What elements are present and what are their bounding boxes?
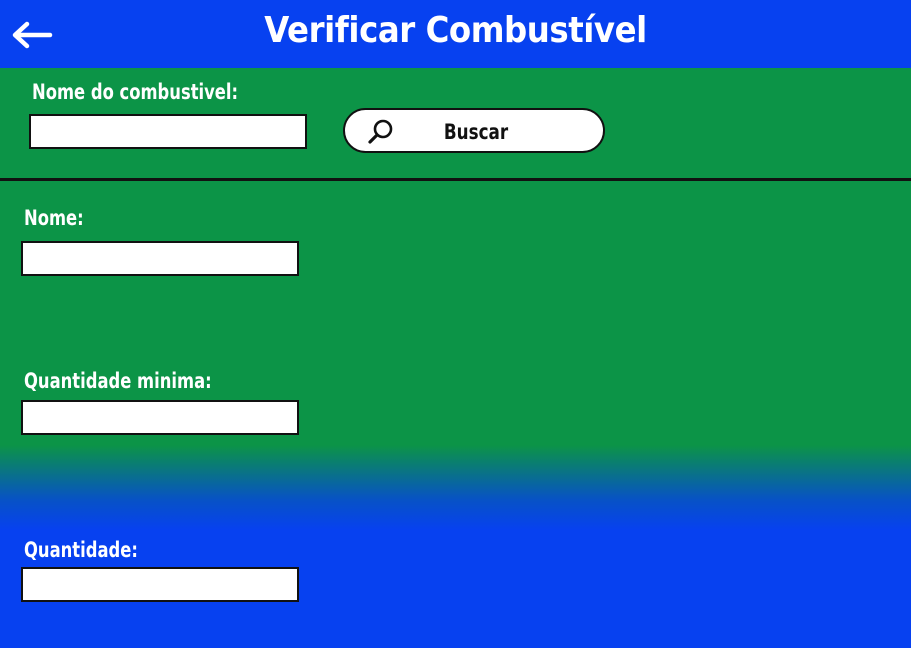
nome-field[interactable] bbox=[21, 241, 299, 276]
quantidade-minima-label: Quantidade minima: bbox=[24, 369, 212, 393]
search-input[interactable] bbox=[29, 114, 307, 149]
search-label: Nome do combustivel: bbox=[32, 80, 239, 104]
search-panel: Nome do combustivel: Buscar bbox=[0, 68, 911, 181]
quantidade-field[interactable] bbox=[21, 567, 299, 602]
buscar-button[interactable]: Buscar bbox=[343, 108, 605, 153]
nome-label: Nome: bbox=[24, 206, 84, 230]
quantidade-minima-field[interactable] bbox=[21, 400, 299, 435]
page-title: Verificar Combustível bbox=[264, 10, 647, 51]
buscar-button-label: Buscar bbox=[443, 120, 509, 144]
app-header: Verificar Combustível bbox=[0, 0, 911, 68]
quantidade-label: Quantidade: bbox=[24, 538, 138, 562]
